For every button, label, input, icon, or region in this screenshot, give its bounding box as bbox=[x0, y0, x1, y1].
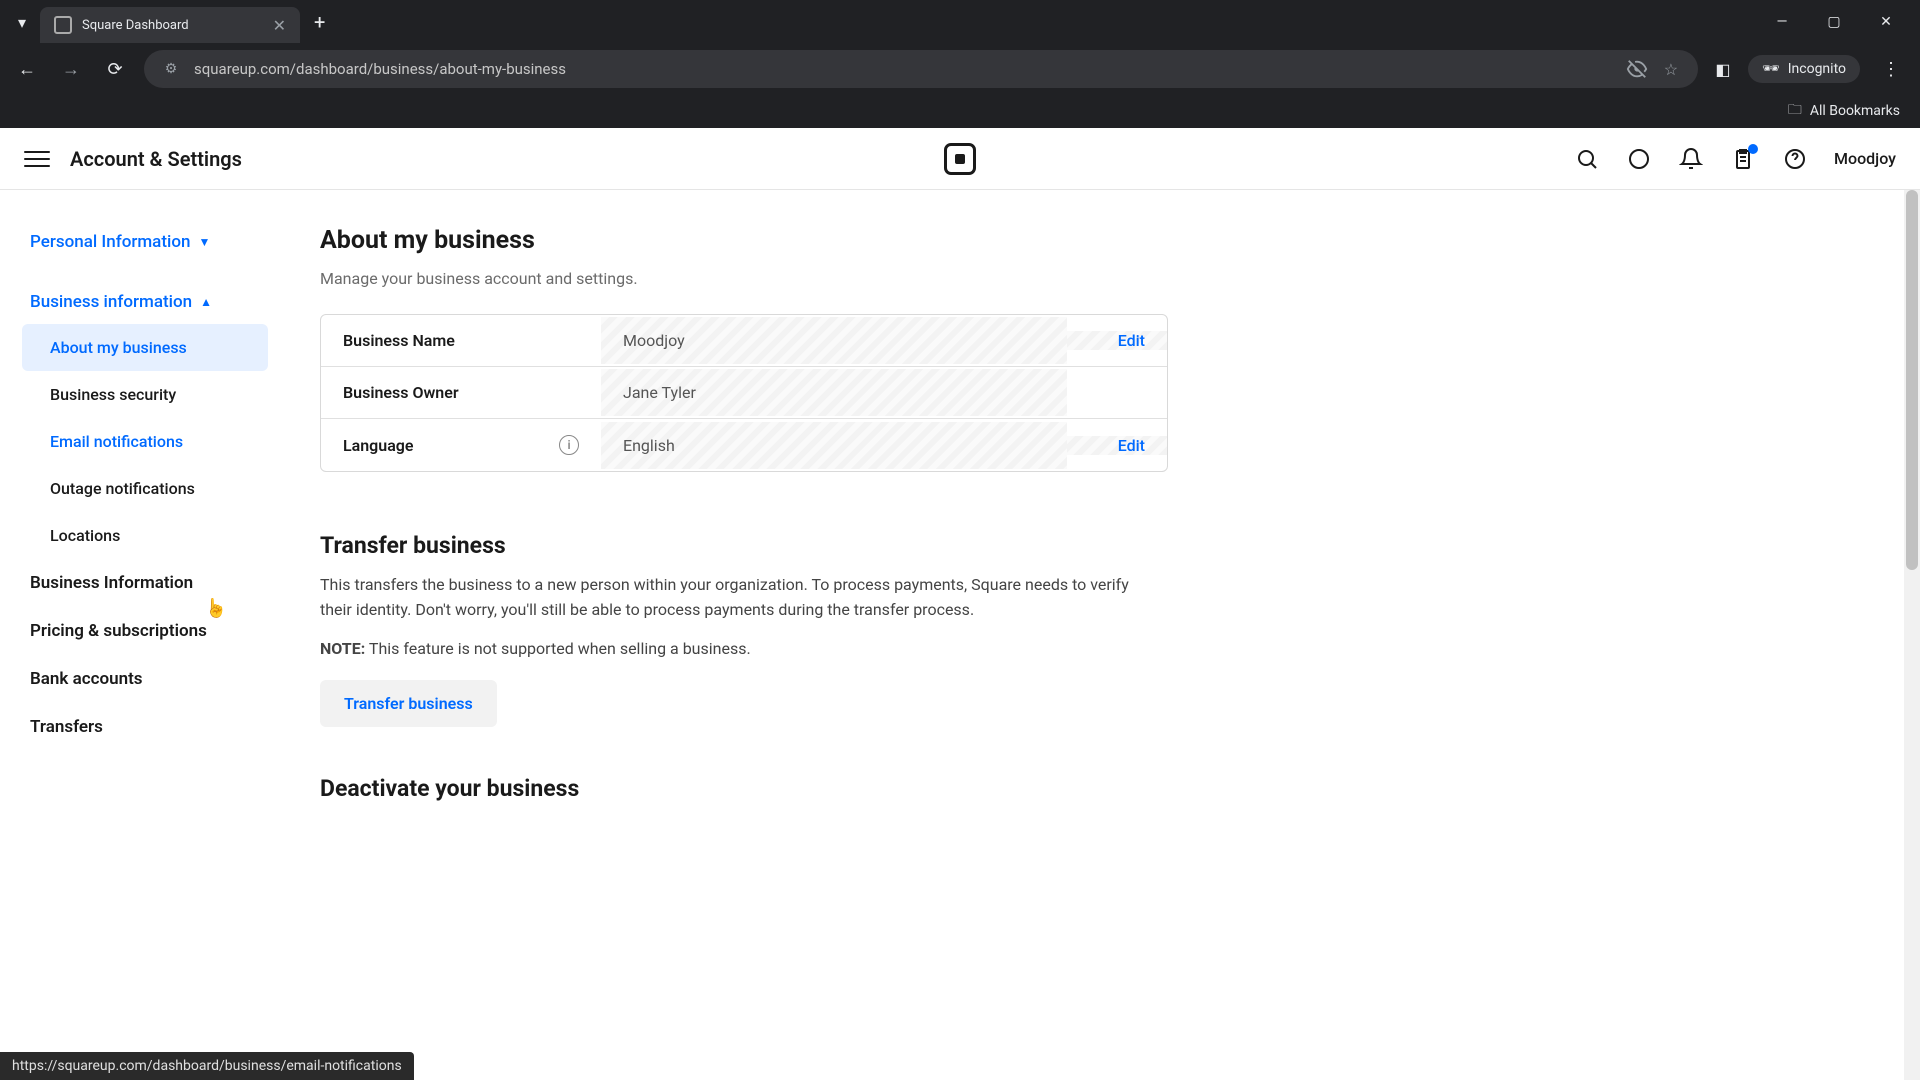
edit-name-link[interactable]: Edit bbox=[1067, 331, 1167, 350]
address-bar[interactable]: ⚙ squareup.com/dashboard/business/about-… bbox=[144, 50, 1698, 88]
back-button[interactable]: ← bbox=[12, 54, 42, 84]
row-label: Language i bbox=[321, 421, 601, 469]
section-subtitle: Manage your business account and setting… bbox=[320, 269, 1160, 288]
browser-tab[interactable]: Square Dashboard ✕ bbox=[40, 7, 300, 43]
business-info-table: Business Name Moodjoy Edit Business Owne… bbox=[320, 314, 1168, 472]
sidebar-item-outage[interactable]: Outage notifications bbox=[10, 465, 280, 512]
row-label: Business Name bbox=[321, 317, 601, 364]
info-icon[interactable]: i bbox=[559, 435, 579, 455]
sidebar-group-label: Personal Information bbox=[30, 232, 190, 252]
transfer-note: NOTE: This feature is not supported when… bbox=[320, 639, 1160, 658]
forward-button[interactable]: → bbox=[56, 54, 86, 84]
status-bar: https://squareup.com/dashboard/business/… bbox=[0, 1052, 414, 1080]
search-icon[interactable] bbox=[1574, 146, 1600, 172]
browser-chrome: ▾ Square Dashboard ✕ + ― ▢ ✕ ← → ⟳ ⚙ squ… bbox=[0, 0, 1920, 128]
transfer-title: Transfer business bbox=[320, 532, 1160, 559]
clipboard-icon[interactable] bbox=[1730, 146, 1756, 172]
sidebar-group-business[interactable]: Business information ▲ bbox=[0, 280, 280, 324]
tab-bar: ▾ Square Dashboard ✕ + ― ▢ ✕ bbox=[0, 0, 1920, 44]
bookmarks-bar: 🗀 All Bookmarks bbox=[0, 94, 1920, 128]
table-row-owner: Business Owner Jane Tyler bbox=[321, 367, 1167, 419]
tab-title: Square Dashboard bbox=[82, 18, 189, 33]
app-header: Account & Settings Moodjoy bbox=[0, 128, 1920, 190]
help-icon[interactable] bbox=[1782, 146, 1808, 172]
page-body: Personal Information ▼ Business informat… bbox=[0, 190, 1920, 1080]
minimize-button[interactable]: ― bbox=[1768, 8, 1796, 36]
row-label: Business Owner bbox=[321, 369, 601, 416]
sidebar-group-personal[interactable]: Personal Information ▼ bbox=[0, 220, 280, 264]
sidebar-item-security[interactable]: Business security bbox=[10, 371, 280, 418]
window-controls: ― ▢ ✕ bbox=[1768, 8, 1912, 36]
incognito-label: Incognito bbox=[1788, 61, 1846, 77]
deactivate-title: Deactivate your business bbox=[320, 775, 1160, 802]
chevron-down-icon: ▼ bbox=[198, 235, 210, 249]
visibility-off-icon[interactable] bbox=[1626, 58, 1648, 80]
close-tab-icon[interactable]: ✕ bbox=[273, 16, 286, 35]
incognito-icon: 🕶 bbox=[1762, 61, 1780, 77]
row-value: Jane Tyler bbox=[601, 369, 1067, 416]
sidebar-item-locations[interactable]: Locations bbox=[10, 512, 280, 559]
section-title: About my business bbox=[320, 226, 1160, 255]
address-bar-row: ← → ⟳ ⚙ squareup.com/dashboard/business/… bbox=[0, 44, 1920, 94]
site-info-icon[interactable]: ⚙ bbox=[160, 58, 182, 80]
chevron-up-icon: ▲ bbox=[200, 295, 212, 309]
page-title: Account & Settings bbox=[70, 147, 242, 171]
notification-dot bbox=[1748, 144, 1758, 154]
sidebar: Personal Information ▼ Business informat… bbox=[0, 190, 280, 1080]
transfer-business-button[interactable]: Transfer business bbox=[320, 680, 497, 727]
reload-button[interactable]: ⟳ bbox=[100, 54, 130, 84]
close-window-button[interactable]: ✕ bbox=[1872, 8, 1900, 36]
bell-icon[interactable] bbox=[1678, 146, 1704, 172]
browser-menu-button[interactable]: ⋮ bbox=[1874, 59, 1908, 80]
transfer-description: This transfers the business to a new per… bbox=[320, 573, 1140, 623]
table-row-language: Language i English Edit bbox=[321, 419, 1167, 471]
incognito-indicator[interactable]: 🕶 Incognito bbox=[1748, 55, 1860, 83]
sidebar-group-label: Business information bbox=[30, 292, 192, 312]
square-logo[interactable] bbox=[944, 143, 976, 175]
sidebar-item-transfers[interactable]: Transfers bbox=[0, 703, 280, 751]
square-favicon bbox=[54, 16, 72, 34]
url-text: squareup.com/dashboard/business/about-my… bbox=[194, 60, 1614, 78]
main-content: About my business Manage your business a… bbox=[280, 190, 1200, 1080]
side-panel-icon[interactable]: ◧ bbox=[1712, 58, 1734, 80]
header-actions: Moodjoy bbox=[1574, 146, 1896, 172]
scrollbar-thumb[interactable] bbox=[1906, 190, 1918, 570]
all-bookmarks-link[interactable]: All Bookmarks bbox=[1810, 103, 1900, 119]
new-tab-button[interactable]: + bbox=[304, 6, 335, 38]
bookmark-star-icon[interactable]: ☆ bbox=[1660, 58, 1682, 80]
edit-language-link[interactable]: Edit bbox=[1067, 436, 1167, 455]
sidebar-item-about[interactable]: About my business bbox=[22, 324, 268, 371]
note-label: NOTE: bbox=[320, 639, 365, 658]
tabs-dropdown[interactable]: ▾ bbox=[8, 8, 36, 36]
table-row-name: Business Name Moodjoy Edit bbox=[321, 315, 1167, 367]
row-value: English bbox=[601, 422, 1067, 469]
sidebar-subitems: About my business Business security Emai… bbox=[0, 324, 280, 559]
row-value: Moodjoy bbox=[601, 317, 1067, 364]
chat-icon[interactable] bbox=[1626, 146, 1652, 172]
row-label-text: Language bbox=[343, 436, 414, 455]
hamburger-menu-icon[interactable] bbox=[24, 146, 50, 172]
maximize-button[interactable]: ▢ bbox=[1820, 8, 1848, 36]
user-menu[interactable]: Moodjoy bbox=[1834, 149, 1896, 168]
note-text: This feature is not supported when selli… bbox=[365, 639, 750, 658]
sidebar-item-email[interactable]: Email notifications bbox=[10, 418, 280, 465]
sidebar-item-bank[interactable]: Bank accounts bbox=[0, 655, 280, 703]
folder-icon: 🗀 bbox=[1788, 99, 1802, 123]
sidebar-item-business-info[interactable]: Business Information bbox=[0, 559, 280, 607]
sidebar-item-pricing[interactable]: Pricing & subscriptions bbox=[0, 607, 280, 655]
deactivate-section: Deactivate your business bbox=[320, 775, 1160, 802]
transfer-section: Transfer business This transfers the bus… bbox=[320, 532, 1160, 727]
